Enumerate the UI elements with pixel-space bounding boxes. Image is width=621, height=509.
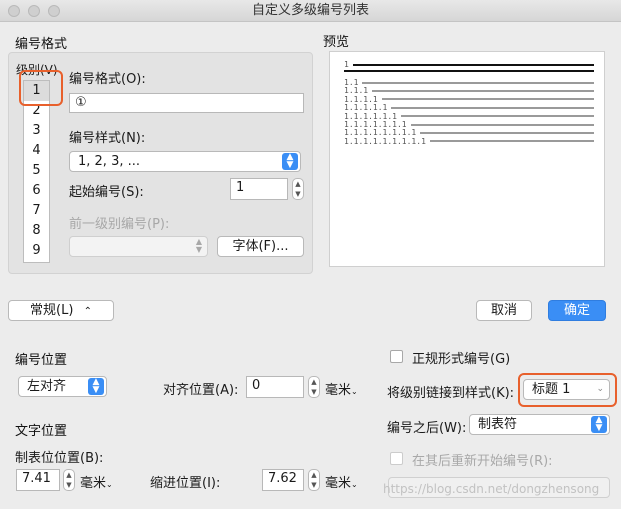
normal-toggle-button[interactable]: 常规(L) ⌃: [8, 300, 114, 321]
numbering-format-title: 编号格式: [15, 37, 68, 52]
zoom-window-button[interactable]: [48, 5, 60, 17]
watermark: https://blog.csdn.net/dongzhensong: [383, 482, 600, 496]
preview-pane: 1 1.1 1.1.1 1.1.1.1 1.1.1.1.1 1.1.1.1.1.1 1.1.…: [329, 51, 605, 267]
preview-row-label: 1.1.1.1.1.1.1.1.1: [344, 136, 426, 146]
after-number-arrows-icon: ▲ ▼: [591, 416, 607, 433]
preview-row: 1.1.1.1.1.1.1.1.1: [344, 137, 594, 146]
style-label: 编号样式(N):: [69, 131, 146, 146]
style-select[interactable]: 1, 2, 3, ... ▲ ▼: [69, 151, 301, 172]
unit-dropdown-icon: ⌄: [351, 480, 358, 489]
preview-row-line: [381, 98, 594, 101]
indent-pos-label: 缩进位置(I):: [150, 476, 221, 491]
level-item[interactable]: 9: [24, 241, 49, 261]
preview-row-line: [352, 63, 594, 66]
restart-checkbox[interactable]: [390, 452, 403, 465]
align-pos-input[interactable]: 0: [246, 376, 304, 398]
after-number-value: 制表符: [478, 417, 518, 432]
preview-row-label: 1: [344, 60, 349, 69]
window-title: 自定义多级编号列表: [251, 3, 369, 18]
align-pos-unit[interactable]: 毫米⌄: [325, 379, 358, 398]
link-style-label: 将级别链接到样式(K):: [387, 386, 515, 401]
align-pos-label: 对齐位置(A):: [163, 383, 239, 398]
start-label: 起始编号(S):: [69, 185, 144, 200]
preview-row-line: [391, 106, 594, 109]
format-label: 编号格式(O):: [69, 72, 146, 87]
preview-row-line: [344, 70, 594, 72]
tab-pos-label: 制表位位置(B):: [15, 451, 104, 466]
preview-row-line: [420, 131, 594, 134]
tab-pos-stepper[interactable]: ▲ ▼: [63, 469, 75, 491]
link-style-highlight-box: [518, 373, 617, 407]
style-select-value: 1, 2, 3, ...: [78, 154, 141, 169]
level-item[interactable]: 5: [24, 161, 49, 181]
number-position-title: 编号位置: [15, 353, 68, 368]
level-item[interactable]: 7: [24, 201, 49, 221]
close-window-button[interactable]: [8, 5, 20, 17]
unit-dropdown-icon: ⌄: [351, 387, 358, 396]
align-select[interactable]: 左对齐 ▲ ▼: [18, 376, 107, 397]
preview-row-line: [400, 115, 594, 118]
start-stepper[interactable]: ▲ ▼: [292, 178, 304, 200]
legal-checkbox[interactable]: [390, 350, 403, 363]
tab-pos-unit[interactable]: 毫米⌄: [80, 472, 113, 491]
level-list[interactable]: 123456789: [23, 80, 50, 263]
level-highlight-box: [19, 70, 63, 106]
chevron-up-icon: ⌃: [83, 306, 92, 317]
align-select-value: 左对齐: [27, 379, 67, 394]
minimize-window-button[interactable]: [28, 5, 40, 17]
level-item[interactable]: 4: [24, 141, 49, 161]
title-bar: 自定义多级编号列表: [0, 0, 621, 22]
preview-row-line: [429, 140, 594, 143]
align-pos-unit-label: 毫米: [325, 383, 352, 398]
text-position-title: 文字位置: [15, 424, 68, 439]
level-item[interactable]: 3: [24, 121, 49, 141]
preview-title: 预览: [323, 35, 350, 50]
indent-pos-unit-label: 毫米: [325, 476, 352, 491]
format-input[interactable]: ①: [69, 93, 304, 113]
preview-row-line: [372, 89, 594, 92]
restart-label: 在其后重新开始编号(R):: [412, 454, 553, 469]
after-number-label: 编号之后(W):: [387, 421, 467, 436]
tab-pos-input[interactable]: 7.41: [16, 469, 60, 491]
after-number-select[interactable]: 制表符 ▲ ▼: [469, 414, 610, 435]
font-button[interactable]: 字体(F)...: [217, 236, 304, 257]
prev-level-arrows-icon: ▲ ▼: [195, 237, 202, 254]
style-select-arrows-icon: ▲ ▼: [282, 153, 298, 170]
preview-row-line: [362, 81, 594, 84]
ok-button[interactable]: 确定: [548, 300, 606, 321]
start-input[interactable]: 1: [230, 178, 288, 200]
legal-label: 正规形式编号(G): [412, 352, 511, 367]
align-pos-stepper[interactable]: ▲ ▼: [308, 376, 320, 398]
prev-level-select[interactable]: ▲ ▼: [69, 236, 208, 257]
level-item[interactable]: 6: [24, 181, 49, 201]
normal-toggle-label: 常规(L): [30, 303, 74, 318]
cancel-button[interactable]: 取消: [476, 300, 532, 321]
tab-pos-unit-label: 毫米: [80, 476, 107, 491]
indent-pos-unit[interactable]: 毫米⌄: [325, 472, 358, 491]
indent-pos-input[interactable]: 7.62: [262, 469, 304, 491]
unit-dropdown-icon: ⌄: [106, 480, 113, 489]
indent-pos-stepper[interactable]: ▲ ▼: [308, 469, 320, 491]
preview-row: 1: [344, 60, 594, 69]
align-select-arrows-icon: ▲ ▼: [88, 378, 104, 395]
level-item[interactable]: 8: [24, 221, 49, 241]
preview-row-line: [410, 123, 594, 126]
prev-level-label: 前一级别编号(P):: [69, 217, 170, 232]
